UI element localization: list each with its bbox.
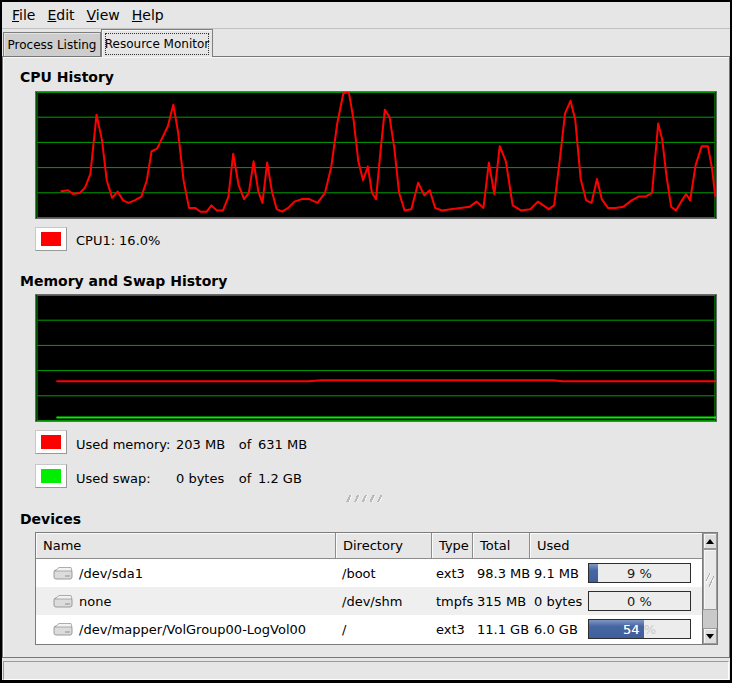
device-row[interactable]: /dev/mapper/VolGroup00-LogVol00/ext311.1… — [36, 615, 702, 643]
usage-progress-bar: 54 %54 % — [588, 619, 691, 639]
device-type-cell: ext3 — [432, 559, 473, 587]
pane-resize-grip[interactable] — [345, 495, 382, 502]
menu-help[interactable]: Help — [126, 4, 170, 26]
device-directory-cell: /boot — [336, 559, 432, 587]
device-total-cell: 315 MB — [473, 587, 530, 615]
usage-progress-bar: 0 %0 % — [588, 591, 691, 611]
used-memory-legend: Used memory: 203 MB of 631 MB — [76, 437, 307, 452]
menu-edit[interactable]: Edit — [41, 4, 80, 26]
device-name-cell: /dev/mapper/VolGroup00-LogVol00 — [36, 615, 336, 643]
menubar: File Edit View Help — [2, 2, 730, 29]
device-row[interactable]: none/dev/shmtmpfs315 MB0 bytes0 %0 % — [36, 587, 702, 615]
device-used-cell: 6.0 GB54 %54 % — [530, 615, 702, 643]
memory-swap-title: Memory and Swap History — [20, 273, 227, 289]
scroll-up-button[interactable] — [703, 533, 717, 549]
down-arrow-icon — [706, 634, 714, 639]
devices-scrollbar[interactable] — [702, 533, 717, 644]
menu-file[interactable]: File — [6, 4, 41, 26]
cpu1-color-swatch[interactable] — [35, 227, 67, 251]
used-memory-color-swatch[interactable] — [35, 430, 67, 454]
menu-view[interactable]: View — [81, 4, 126, 26]
usage-progress-bar: 9 %9 % — [588, 563, 691, 583]
tab-resource-monitor[interactable]: Resource Monitor — [101, 29, 213, 57]
column-header-directory[interactable]: Directory — [336, 533, 432, 559]
cpu-history-title: CPU History — [20, 69, 114, 85]
used-swap-color-swatch[interactable] — [35, 464, 67, 488]
column-header-type[interactable]: Type — [432, 533, 473, 559]
device-name-cell: /dev/sda1 — [36, 559, 336, 587]
device-total-cell: 11.1 GB — [473, 615, 530, 643]
disk-icon — [53, 594, 73, 609]
devices-title: Devices — [20, 511, 81, 527]
device-used-cell: 9.1 MB9 %9 % — [530, 559, 702, 587]
device-directory-cell: /dev/shm — [336, 587, 432, 615]
disk-icon — [53, 566, 73, 581]
devices-table-header: Name Directory Type Total Used — [36, 533, 702, 559]
device-type-cell: tmpfs — [432, 587, 473, 615]
device-row[interactable]: /dev/sda1/bootext398.3 MB9.1 MB9 %9 % — [36, 559, 702, 587]
scroll-down-button[interactable] — [703, 628, 717, 644]
used-swap-legend: Used swap: 0 bytes of 1.2 GB — [76, 471, 302, 486]
cpu-history-graph — [35, 91, 717, 219]
devices-rows: /dev/sda1/bootext398.3 MB9.1 MB9 %9 %non… — [36, 559, 702, 643]
statusbar — [3, 661, 729, 680]
up-arrow-icon — [706, 539, 714, 544]
device-type-cell: ext3 — [432, 615, 473, 643]
column-header-used[interactable]: Used — [530, 533, 702, 559]
memory-swap-graph — [35, 294, 717, 422]
devices-table: Name Directory Type Total Used /dev/sda1… — [35, 532, 718, 645]
column-header-total[interactable]: Total — [473, 533, 530, 559]
scrollbar-trough[interactable] — [703, 610, 717, 628]
disk-icon — [53, 622, 73, 637]
device-name-cell: none — [36, 587, 336, 615]
device-used-cell: 0 bytes0 %0 % — [530, 587, 702, 615]
device-total-cell: 98.3 MB — [473, 559, 530, 587]
scrollbar-thumb[interactable] — [703, 549, 717, 610]
column-header-name[interactable]: Name — [36, 533, 336, 559]
device-directory-cell: / — [336, 615, 432, 643]
cpu1-legend: CPU1:16.0% — [76, 233, 160, 248]
tab-process-listing[interactable]: Process Listing — [3, 32, 101, 56]
